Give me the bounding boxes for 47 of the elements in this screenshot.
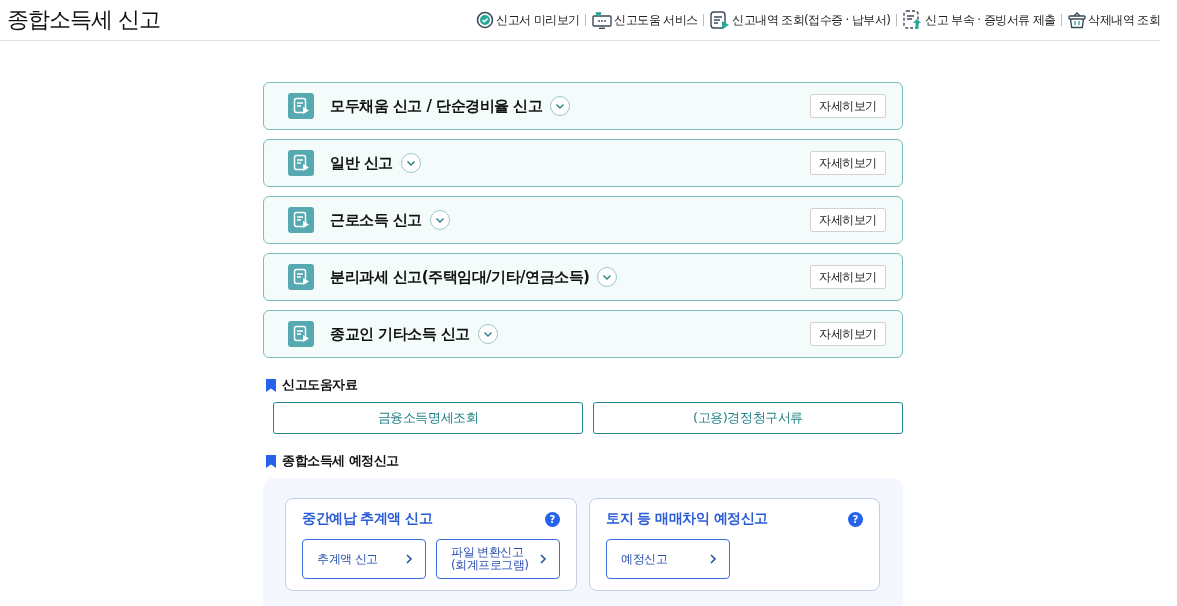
details-button[interactable]: 자세히보기 [810, 94, 886, 118]
help-link-button[interactable]: (고용)경정청구서류 [593, 402, 903, 434]
panel-title: 분리과세 신고(주택임대/기타/연금소득) [330, 267, 590, 287]
document-upload-icon [903, 10, 924, 30]
section-heading: 신고도움자료 [282, 376, 357, 394]
document-play-icon [288, 264, 314, 290]
report-button[interactable]: 예정신고 [606, 539, 730, 579]
card-title: 중간예납 추계액 신고 [302, 510, 433, 528]
chevron-right-icon [709, 553, 717, 565]
chevron-icon[interactable] [429, 210, 450, 230]
document-play-icon [288, 93, 314, 119]
chevron-icon[interactable] [477, 324, 498, 344]
bookmark-icon [266, 378, 276, 392]
page-title: 종합소득세 신고 [7, 6, 160, 34]
details-button[interactable]: 자세히보기 [810, 322, 886, 346]
basket-icon [1068, 11, 1087, 29]
top-link[interactable]: 신고 부속 · 증빙서류 제출 [903, 10, 1056, 30]
help-link-button[interactable]: 금융소득명세조회 [273, 402, 583, 434]
help-icon[interactable]: ? [848, 511, 863, 527]
document-play-icon [288, 207, 314, 233]
help-icon[interactable]: ? [545, 511, 560, 527]
panel-title: 근로소득 신고 [330, 210, 422, 230]
card-title: 토지 등 매매차익 예정신고 [606, 510, 768, 528]
chevron-icon[interactable] [400, 153, 421, 173]
chevron-right-icon [405, 553, 413, 565]
chevron-icon[interactable] [550, 96, 571, 116]
report-button[interactable]: 파일 변환신고 (회계프로그램) [436, 539, 560, 579]
top-link[interactable]: 신고내역 조회(접수증 · 납부서) [710, 11, 891, 29]
top-link[interactable]: 신고도움 서비스 [592, 11, 698, 29]
document-play-icon [288, 321, 314, 347]
report-button[interactable]: 추계액 신고 [302, 539, 426, 579]
monitor-heart-icon [592, 11, 613, 29]
section-heading: 종합소득세 예정신고 [282, 452, 399, 470]
document-play-icon [710, 11, 731, 29]
panel-title: 모두채움 신고 / 단순경비율 신고 [330, 96, 543, 116]
chevron-icon[interactable] [597, 267, 618, 287]
details-button[interactable]: 자세히보기 [810, 208, 886, 232]
details-button[interactable]: 자세히보기 [810, 151, 886, 175]
bookmark-icon [266, 454, 276, 468]
check-circle-icon [476, 11, 495, 29]
chevron-right-icon [539, 553, 547, 565]
panel-title: 종교인 기타소득 신고 [330, 324, 470, 344]
panel-title: 일반 신고 [330, 153, 393, 173]
details-button[interactable]: 자세히보기 [810, 265, 886, 289]
document-play-icon [288, 150, 314, 176]
top-link[interactable]: 신고서 미리보기 [476, 11, 580, 29]
top-link[interactable]: 삭제내역 조회 [1068, 11, 1160, 29]
